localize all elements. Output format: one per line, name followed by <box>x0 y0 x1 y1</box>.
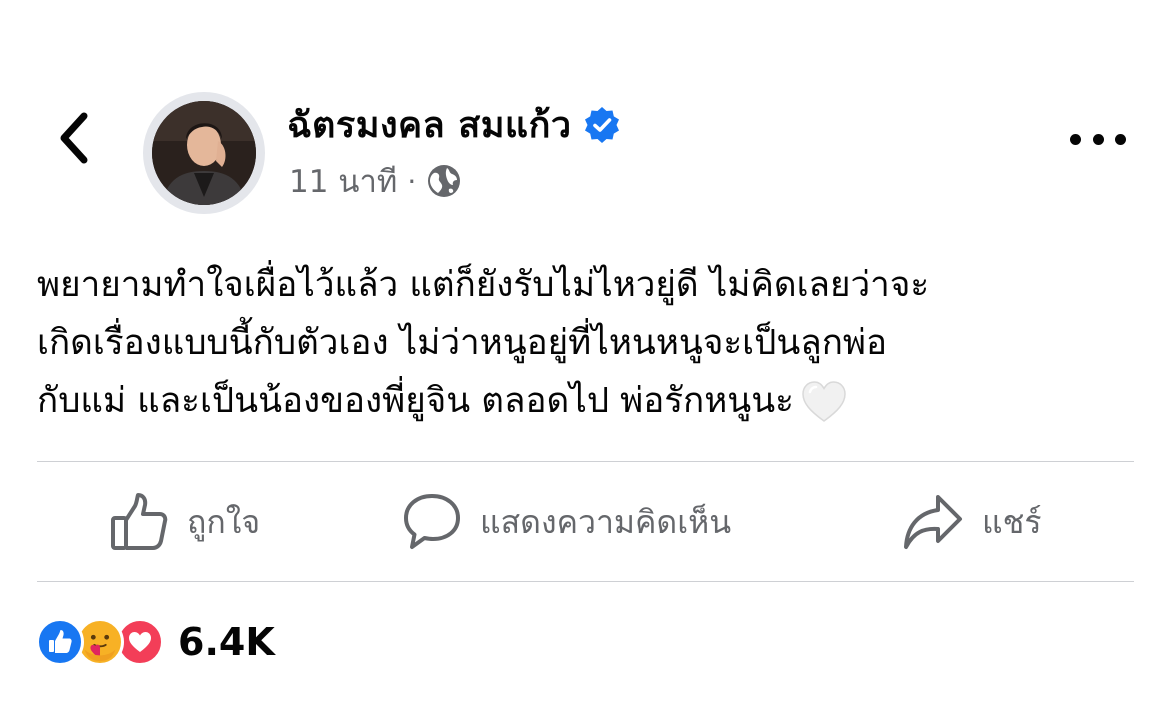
care-reaction-icon <box>80 622 120 662</box>
more-options-button[interactable] <box>1070 124 1126 154</box>
comment-bubble-icon <box>404 494 460 549</box>
verified-badge-icon <box>584 106 619 143</box>
like-reaction <box>36 618 84 666</box>
share-label: แชร์ <box>982 502 1042 541</box>
more-dots-icon <box>1092 133 1104 145</box>
comment-button[interactable]: แสดงความคิดเห็น <box>402 492 731 552</box>
avatar[interactable] <box>143 92 265 214</box>
post-meta: 11 นาที · <box>289 156 462 206</box>
author-name[interactable]: ฉัตรมงคล สมแก้ว <box>287 96 572 153</box>
author-row: ฉัตรมงคล สมแก้ว <box>287 96 620 153</box>
comment-label: แสดงความคิดเห็น <box>480 502 732 541</box>
like-reaction-icon <box>49 630 72 653</box>
post-body: พยายามทำใจเผื่อไว้แล้ว แต่ก็ยังรับไม่ไหว… <box>37 256 1147 430</box>
share-button[interactable]: แชร์ <box>902 492 1042 552</box>
reaction-count[interactable]: 6.4K <box>178 620 275 664</box>
love-reaction-icon <box>129 632 151 652</box>
thumbs-up-icon <box>111 493 168 550</box>
meta-separator: · <box>407 164 417 198</box>
white-heart-icon <box>802 381 846 422</box>
back-chevron-icon <box>60 112 88 164</box>
more-dots-icon <box>1070 133 1081 145</box>
action-bar: ถูกใจ แสดงความคิดเห็น แชร์ <box>37 470 1134 576</box>
back-button[interactable] <box>48 108 98 168</box>
like-label: ถูกใจ <box>187 502 261 541</box>
globe-icon <box>428 165 461 197</box>
more-dots-icon <box>1115 133 1126 145</box>
avatar-image <box>152 101 256 205</box>
share-arrow-icon <box>904 495 962 549</box>
post-header: ฉัตรมงคล สมแก้ว 11 นาที · <box>0 80 1170 214</box>
reaction-summary[interactable]: 6.4K <box>36 618 275 666</box>
divider-bottom <box>37 581 1134 582</box>
post-text: พยายามทำใจเผื่อไว้แล้ว แต่ก็ยังรับไม่ไหว… <box>37 265 930 421</box>
post-time[interactable]: 11 นาที <box>289 156 397 206</box>
divider-top <box>37 461 1134 462</box>
like-button[interactable]: ถูกใจ <box>109 492 260 552</box>
